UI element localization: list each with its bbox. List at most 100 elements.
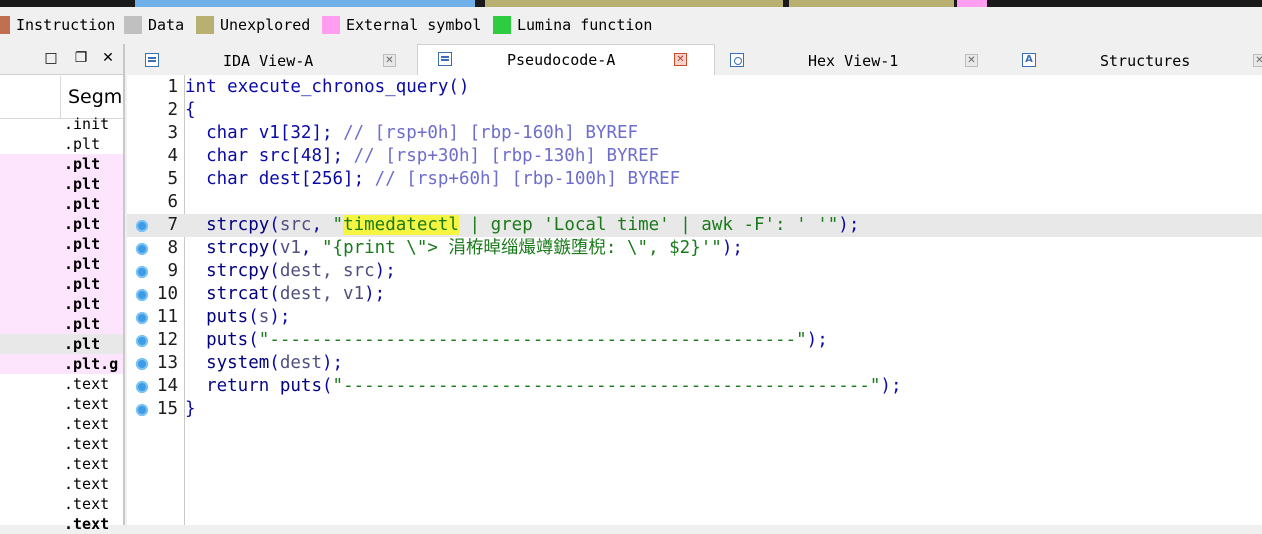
- maximize-icon[interactable]: □: [42, 49, 60, 67]
- segment-row[interactable]: .plt: [0, 294, 123, 314]
- breakpoint-icon[interactable]: [136, 220, 148, 232]
- code-line[interactable]: 12 puts("-------------------------------…: [127, 329, 1262, 352]
- segment-row[interactable]: .text: [0, 414, 123, 434]
- restore-icon[interactable]: ❐: [72, 49, 90, 67]
- breakpoint-icon[interactable]: [136, 381, 148, 393]
- comment: // [rsp+30h] [rbp-130h] BYREF: [353, 146, 660, 166]
- navigation-band[interactable]: [0, 0, 1262, 7]
- segment-name: .plt: [64, 175, 101, 193]
- tab-pseudocode-a[interactable]: Pseudocode-A ✕: [417, 44, 715, 77]
- breakpoint-icon[interactable]: [136, 289, 148, 301]
- variable: dest, src: [279, 261, 375, 281]
- code-line[interactable]: 15 }: [127, 398, 1262, 421]
- segment-row[interactable]: .text: [0, 434, 123, 454]
- segment-row[interactable]: .plt: [0, 274, 123, 294]
- segment-row[interactable]: .plt: [0, 194, 123, 214]
- line-number: 4: [167, 146, 178, 166]
- code-text: {: [185, 100, 196, 120]
- code-line[interactable]: 10 strcat(dest, v1);: [127, 283, 1262, 306]
- code-line[interactable]: 11 puts(s);: [127, 306, 1262, 329]
- segments-panel: □ ❐ ✕ Segme .init .plt .plt .plt .plt .p…: [0, 44, 134, 533]
- segment-row-selected[interactable]: .plt: [0, 334, 123, 354]
- breakpoint-icon[interactable]: [136, 404, 148, 416]
- segment-row[interactable]: .text: [0, 494, 123, 514]
- panel-toolbar: □ ❐ ✕: [0, 44, 123, 75]
- segment-row[interactable]: .plt: [0, 314, 123, 334]
- breakpoint-icon[interactable]: [136, 358, 148, 370]
- declaration: v1[32];: [258, 123, 344, 143]
- legend-item-external-symbol: External symbol: [322, 15, 481, 35]
- segment-row[interactable]: .plt: [0, 134, 123, 154]
- segment-name: .plt: [64, 315, 101, 333]
- code-text: puts("----------------------------------…: [206, 330, 828, 350]
- segment-name: .text: [64, 375, 110, 393]
- tab-hex-view-1[interactable]: Hex View-1 ✕: [717, 46, 1001, 75]
- code-line[interactable]: 6: [127, 191, 1262, 214]
- line-number: 14: [156, 376, 178, 396]
- type-keyword: char: [206, 169, 259, 189]
- segment-row[interactable]: .text: [0, 374, 123, 394]
- segment-row[interactable]: .plt: [0, 254, 123, 274]
- segment-row[interactable]: .plt: [0, 234, 123, 254]
- comment: // [rsp+0h] [rbp-160h] BYREF: [343, 123, 639, 143]
- segment-row[interactable]: .plt.g: [0, 354, 123, 374]
- tab-label: Pseudocode-A: [507, 51, 616, 69]
- breakpoint-icon[interactable]: [136, 312, 148, 324]
- segment-row[interactable]: .init: [0, 114, 123, 134]
- code-text: int execute_chronos_query(): [185, 77, 470, 97]
- segment-row[interactable]: .text: [0, 474, 123, 494]
- segment-name: .plt: [64, 255, 101, 273]
- segment-name: .text: [64, 475, 110, 493]
- function-call: puts: [279, 376, 322, 396]
- segment-name: .plt: [64, 155, 101, 173]
- breakpoint-icon[interactable]: [136, 266, 148, 278]
- breakpoint-icon[interactable]: [136, 243, 148, 255]
- legend-item-data: Data: [124, 15, 184, 35]
- variable: v1: [279, 238, 301, 258]
- code-text: char dest[256]; // [rsp+60h] [rbp-100h] …: [185, 168, 680, 191]
- close-icon[interactable]: ✕: [965, 54, 978, 67]
- breakpoint-icon[interactable]: [136, 335, 148, 347]
- declaration: src[48];: [258, 146, 354, 166]
- close-icon[interactable]: ✕: [383, 54, 396, 67]
- comment: // [rsp+60h] [rbp-100h] BYREF: [374, 169, 681, 189]
- line-number: 3: [167, 123, 178, 143]
- code-line-current[interactable]: 7 strcpy(src, "timedatectl | grep 'Local…: [127, 214, 1262, 237]
- segment-row[interactable]: .text: [0, 454, 123, 474]
- segment-name: .text: [64, 495, 110, 513]
- legend-label: Instruction: [16, 16, 116, 34]
- line-number: 10: [156, 284, 178, 304]
- string-literal: "{print \"> 涓栫晫缁熶竴鏃堕棿: \", $2}'": [322, 238, 722, 258]
- code-line[interactable]: 1 int execute_chronos_query(): [127, 76, 1262, 99]
- line-number: 2: [167, 100, 178, 120]
- code-line[interactable]: 13 system(dest);: [127, 352, 1262, 375]
- function-call: system: [206, 353, 270, 373]
- code-line[interactable]: 4 char src[48]; // [rsp+30h] [rbp-130h] …: [127, 145, 1262, 168]
- segment-row[interactable]: .plt: [0, 214, 123, 234]
- segment-row[interactable]: .text: [0, 514, 123, 534]
- code-line[interactable]: 5 char dest[256]; // [rsp+60h] [rbp-100h…: [127, 168, 1262, 191]
- tab-structures[interactable]: A Structures ✕: [1005, 46, 1262, 75]
- variable: src: [279, 215, 312, 235]
- close-icon[interactable]: ✕: [674, 53, 687, 66]
- pseudocode-view[interactable]: 1 int execute_chronos_query() 2 { 3 char…: [127, 75, 1262, 525]
- segment-row[interactable]: .plt: [0, 154, 123, 174]
- close-icon[interactable]: ✕: [1253, 54, 1262, 67]
- code-line[interactable]: 9 strcpy(dest, src);: [127, 260, 1262, 283]
- code-line[interactable]: 3 char v1[32]; // [rsp+0h] [rbp-160h] BY…: [127, 122, 1262, 145]
- segment-row[interactable]: .text: [0, 394, 123, 414]
- segment-name: .plt: [64, 215, 101, 233]
- segment-name: .plt: [64, 335, 101, 353]
- segment-row[interactable]: .plt: [0, 174, 123, 194]
- close-icon[interactable]: ✕: [99, 49, 117, 67]
- code-line[interactable]: 14 return puts("------------------------…: [127, 375, 1262, 398]
- code-line[interactable]: 2 {: [127, 99, 1262, 122]
- legend-item-lumina-function: Lumina function: [493, 15, 652, 35]
- tab-ida-view-a[interactable]: IDA View-A ✕: [127, 46, 415, 75]
- code-line[interactable]: 8 strcpy(v1, "{print \"> 涓栫晫缁熶竴鏃堕棿: \", …: [127, 237, 1262, 260]
- variable: dest, v1: [279, 284, 365, 304]
- return-keyword: return: [206, 376, 280, 396]
- legend-label: Data: [148, 16, 185, 34]
- segment-name: .plt: [64, 275, 101, 293]
- segments-column-header[interactable]: Segme: [60, 76, 134, 118]
